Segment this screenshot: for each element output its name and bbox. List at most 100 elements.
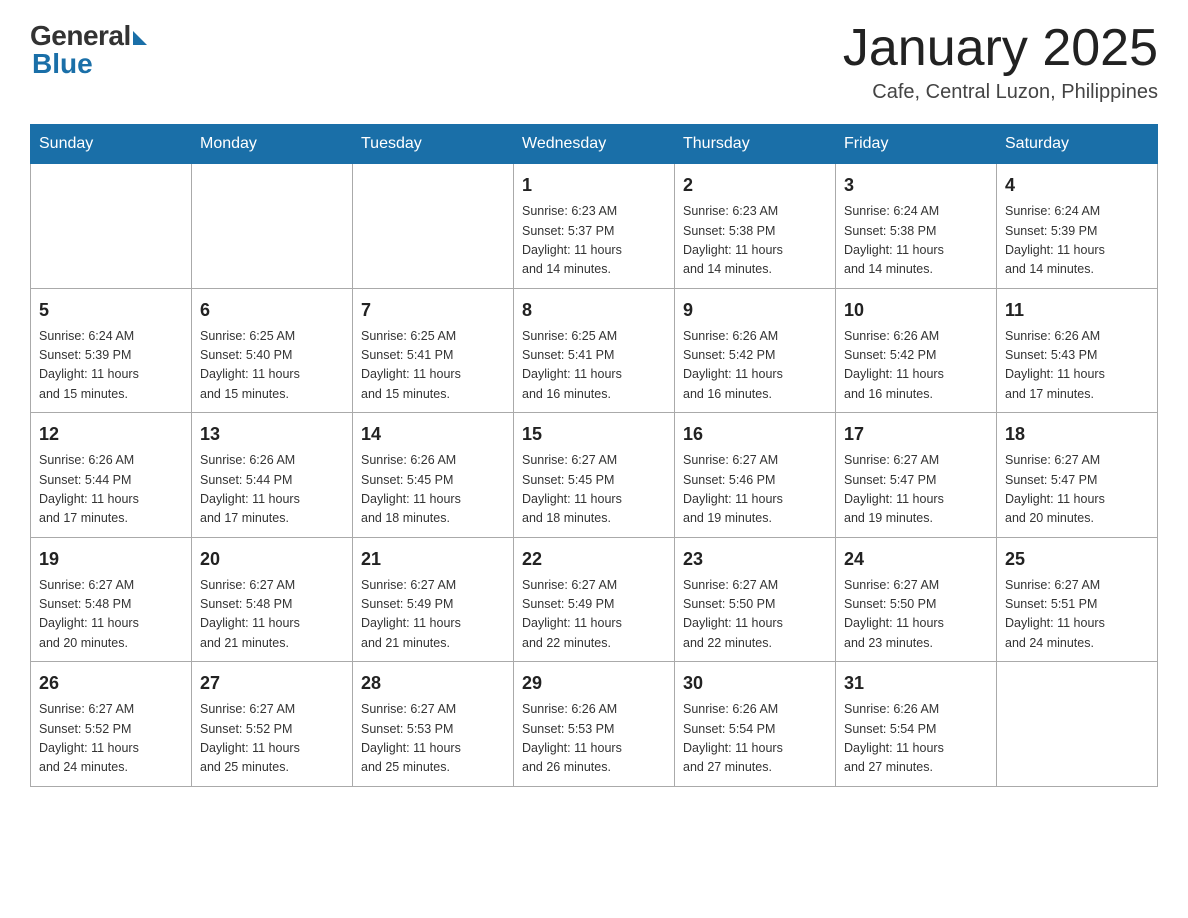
- day-number: 6: [200, 297, 344, 324]
- calendar-cell: 26 Sunrise: 6:27 AM Sunset: 5:52 PM Dayli…: [31, 662, 192, 787]
- day-info: Sunrise: 6:26 AM Sunset: 5:42 PM Dayligh…: [844, 327, 988, 405]
- day-info: Sunrise: 6:26 AM Sunset: 5:42 PM Dayligh…: [683, 327, 827, 405]
- calendar-cell: 6 Sunrise: 6:25 AM Sunset: 5:40 PM Daylig…: [192, 288, 353, 413]
- day-number: 18: [1005, 421, 1149, 448]
- day-info: Sunrise: 6:27 AM Sunset: 5:47 PM Dayligh…: [844, 451, 988, 529]
- calendar-cell: 12Sunrise: 6:26 AM Sunset: 5:44 PM Dayli…: [31, 413, 192, 538]
- calendar-cell: 30 Sunrise: 6:26 AM Sunset: 5:54 PM Dayli…: [675, 662, 836, 787]
- calendar-header-tuesday: Tuesday: [353, 125, 514, 164]
- calendar-week-row: 19 Sunrise: 6:27 AM Sunset: 5:48 PM Dayli…: [31, 537, 1158, 662]
- calendar-cell: 15 Sunrise: 6:27 AM Sunset: 5:45 PM Dayli…: [514, 413, 675, 538]
- day-info: Sunrise: 6:27 AM Sunset: 5:49 PM Dayligh…: [361, 576, 505, 654]
- calendar-cell: 22 Sunrise: 6:27 AM Sunset: 5:49 PM Dayli…: [514, 537, 675, 662]
- calendar-cell: 11Sunrise: 6:26 AM Sunset: 5:43 PM Dayli…: [997, 288, 1158, 413]
- day-info: Sunrise: 6:26 AM Sunset: 5:44 PM Dayligh…: [39, 451, 183, 529]
- calendar-cell: [192, 164, 353, 289]
- logo-triangle-icon: [133, 31, 147, 45]
- calendar-cell: 4 Sunrise: 6:24 AM Sunset: 5:39 PM Daylig…: [997, 164, 1158, 289]
- calendar-header-wednesday: Wednesday: [514, 125, 675, 164]
- day-info: Sunrise: 6:26 AM Sunset: 5:53 PM Dayligh…: [522, 700, 666, 778]
- day-info: Sunrise: 6:27 AM Sunset: 5:47 PM Dayligh…: [1005, 451, 1149, 529]
- calendar-header-sunday: Sunday: [31, 125, 192, 164]
- day-number: 8: [522, 297, 666, 324]
- day-number: 15: [522, 421, 666, 448]
- calendar-cell: 10 Sunrise: 6:26 AM Sunset: 5:42 PM Dayli…: [836, 288, 997, 413]
- day-number: 27: [200, 670, 344, 697]
- calendar-cell: 19 Sunrise: 6:27 AM Sunset: 5:48 PM Dayli…: [31, 537, 192, 662]
- calendar-week-row: 12Sunrise: 6:26 AM Sunset: 5:44 PM Dayli…: [31, 413, 1158, 538]
- calendar-cell: 17 Sunrise: 6:27 AM Sunset: 5:47 PM Dayli…: [836, 413, 997, 538]
- day-number: 3: [844, 172, 988, 199]
- calendar-header-friday: Friday: [836, 125, 997, 164]
- day-info: Sunrise: 6:27 AM Sunset: 5:48 PM Dayligh…: [39, 576, 183, 654]
- calendar-cell: 7 Sunrise: 6:25 AM Sunset: 5:41 PM Daylig…: [353, 288, 514, 413]
- calendar-cell: 29 Sunrise: 6:26 AM Sunset: 5:53 PM Dayli…: [514, 662, 675, 787]
- page-header: General Blue January 2025 Cafe, Central …: [30, 20, 1158, 104]
- day-info: Sunrise: 6:27 AM Sunset: 5:48 PM Dayligh…: [200, 576, 344, 654]
- day-number: 9: [683, 297, 827, 324]
- calendar-week-row: 1 Sunrise: 6:23 AM Sunset: 5:37 PM Daylig…: [31, 164, 1158, 289]
- calendar-cell: 8Sunrise: 6:25 AM Sunset: 5:41 PM Daylig…: [514, 288, 675, 413]
- day-number: 1: [522, 172, 666, 199]
- day-info: Sunrise: 6:27 AM Sunset: 5:52 PM Dayligh…: [39, 700, 183, 778]
- day-info: Sunrise: 6:26 AM Sunset: 5:54 PM Dayligh…: [683, 700, 827, 778]
- day-info: Sunrise: 6:24 AM Sunset: 5:39 PM Dayligh…: [39, 327, 183, 405]
- day-info: Sunrise: 6:27 AM Sunset: 5:53 PM Dayligh…: [361, 700, 505, 778]
- day-info: Sunrise: 6:24 AM Sunset: 5:39 PM Dayligh…: [1005, 202, 1149, 280]
- day-info: Sunrise: 6:27 AM Sunset: 5:50 PM Dayligh…: [683, 576, 827, 654]
- calendar-cell: 31Sunrise: 6:26 AM Sunset: 5:54 PM Dayli…: [836, 662, 997, 787]
- calendar-cell: 9 Sunrise: 6:26 AM Sunset: 5:42 PM Daylig…: [675, 288, 836, 413]
- day-info: Sunrise: 6:23 AM Sunset: 5:38 PM Dayligh…: [683, 202, 827, 280]
- day-number: 22: [522, 546, 666, 573]
- day-number: 4: [1005, 172, 1149, 199]
- day-number: 10: [844, 297, 988, 324]
- calendar-cell: 28 Sunrise: 6:27 AM Sunset: 5:53 PM Dayli…: [353, 662, 514, 787]
- day-info: Sunrise: 6:26 AM Sunset: 5:44 PM Dayligh…: [200, 451, 344, 529]
- day-info: Sunrise: 6:24 AM Sunset: 5:38 PM Dayligh…: [844, 202, 988, 280]
- day-number: 2: [683, 172, 827, 199]
- calendar-header-monday: Monday: [192, 125, 353, 164]
- calendar-title: January 2025: [843, 20, 1158, 77]
- calendar-header-saturday: Saturday: [997, 125, 1158, 164]
- calendar-cell: 14Sunrise: 6:26 AM Sunset: 5:45 PM Dayli…: [353, 413, 514, 538]
- calendar-cell: 21 Sunrise: 6:27 AM Sunset: 5:49 PM Dayli…: [353, 537, 514, 662]
- day-info: Sunrise: 6:27 AM Sunset: 5:45 PM Dayligh…: [522, 451, 666, 529]
- day-number: 25: [1005, 546, 1149, 573]
- calendar-cell: [31, 164, 192, 289]
- calendar-cell: 16 Sunrise: 6:27 AM Sunset: 5:46 PM Dayli…: [675, 413, 836, 538]
- day-number: 16: [683, 421, 827, 448]
- day-number: 29: [522, 670, 666, 697]
- logo-blue-text: Blue: [32, 48, 93, 80]
- day-number: 7: [361, 297, 505, 324]
- day-number: 11: [1005, 297, 1149, 324]
- day-info: Sunrise: 6:25 AM Sunset: 5:41 PM Dayligh…: [361, 327, 505, 405]
- day-info: Sunrise: 6:27 AM Sunset: 5:46 PM Dayligh…: [683, 451, 827, 529]
- day-number: 14: [361, 421, 505, 448]
- calendar-table: SundayMondayTuesdayWednesdayThursdayFrid…: [30, 124, 1158, 787]
- day-info: Sunrise: 6:25 AM Sunset: 5:40 PM Dayligh…: [200, 327, 344, 405]
- day-number: 5: [39, 297, 183, 324]
- calendar-cell: [353, 164, 514, 289]
- calendar-cell: 24 Sunrise: 6:27 AM Sunset: 5:50 PM Dayli…: [836, 537, 997, 662]
- day-info: Sunrise: 6:27 AM Sunset: 5:50 PM Dayligh…: [844, 576, 988, 654]
- calendar-subtitle: Cafe, Central Luzon, Philippines: [843, 81, 1158, 104]
- day-number: 24: [844, 546, 988, 573]
- day-number: 23: [683, 546, 827, 573]
- day-number: 30: [683, 670, 827, 697]
- day-info: Sunrise: 6:23 AM Sunset: 5:37 PM Dayligh…: [522, 202, 666, 280]
- day-info: Sunrise: 6:27 AM Sunset: 5:49 PM Dayligh…: [522, 576, 666, 654]
- calendar-cell: 13 Sunrise: 6:26 AM Sunset: 5:44 PM Dayli…: [192, 413, 353, 538]
- day-number: 26: [39, 670, 183, 697]
- calendar-header-row: SundayMondayTuesdayWednesdayThursdayFrid…: [31, 125, 1158, 164]
- day-number: 13: [200, 421, 344, 448]
- day-number: 21: [361, 546, 505, 573]
- calendar-cell: 18 Sunrise: 6:27 AM Sunset: 5:47 PM Dayli…: [997, 413, 1158, 538]
- day-number: 28: [361, 670, 505, 697]
- day-number: 19: [39, 546, 183, 573]
- calendar-header-thursday: Thursday: [675, 125, 836, 164]
- day-number: 17: [844, 421, 988, 448]
- day-info: Sunrise: 6:27 AM Sunset: 5:52 PM Dayligh…: [200, 700, 344, 778]
- calendar-cell: 2 Sunrise: 6:23 AM Sunset: 5:38 PM Daylig…: [675, 164, 836, 289]
- calendar-cell: 27 Sunrise: 6:27 AM Sunset: 5:52 PM Dayli…: [192, 662, 353, 787]
- calendar-cell: [997, 662, 1158, 787]
